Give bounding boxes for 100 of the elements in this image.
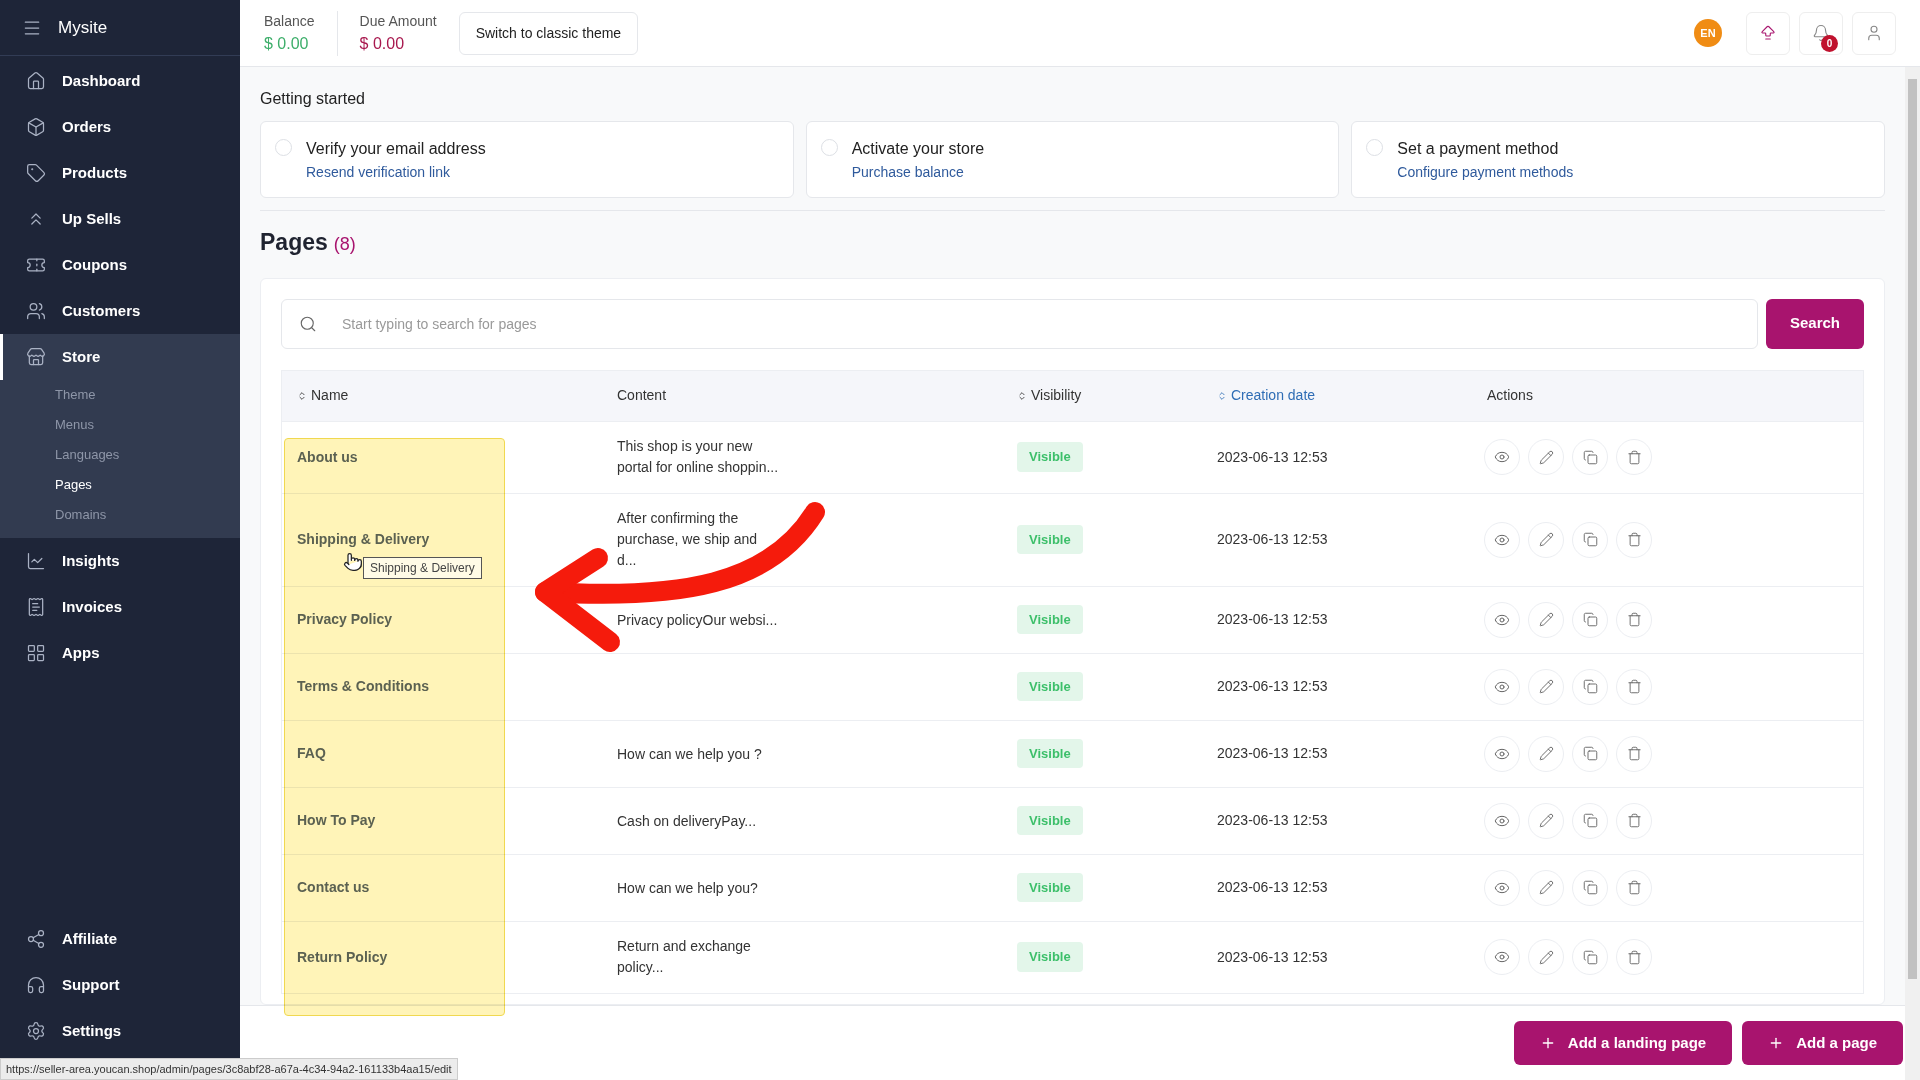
due-amount-label: Due Amount: [359, 11, 437, 31]
scrollbar[interactable]: [1905, 67, 1920, 1080]
creation-date: 2023-06-13 12:53: [1216, 610, 1329, 629]
trash-icon: [1626, 813, 1642, 828]
arrow-up-icon: [1759, 24, 1777, 42]
copy-icon: [1582, 880, 1598, 895]
copy-icon: [1582, 813, 1598, 828]
add-page-button[interactable]: Add a page: [1742, 1021, 1903, 1065]
sidebar-item[interactable]: Apps: [0, 630, 240, 676]
page-count: (8): [333, 233, 356, 256]
page-content: After confirming the purchase, we ship and d...: [617, 508, 758, 570]
hand-cursor-icon: [343, 552, 363, 572]
visibility-badge: Visible: [1017, 872, 1083, 903]
search-field[interactable]: Start typing to search for pages: [281, 298, 1758, 349]
due-amount-value: $ 0.00: [359, 33, 406, 54]
sidebar-item[interactable]: Orders: [0, 104, 240, 150]
tag-icon: [26, 163, 46, 183]
store-icon: [26, 347, 46, 367]
sidebar-item[interactable]: Affiliate: [0, 916, 240, 962]
line-chart-icon: [26, 551, 46, 571]
step-title: Activate your store: [851, 139, 985, 159]
user-icon: [1865, 24, 1883, 42]
trash-icon: [1626, 449, 1642, 465]
sidebar-subitem[interactable]: Domains: [0, 500, 240, 530]
trash-icon: [1626, 746, 1642, 761]
step-link[interactable]: Purchase balance: [851, 160, 985, 184]
creation-date: 2023-06-13 12:53: [1216, 677, 1329, 696]
sidebar-subitem[interactable]: Pages: [0, 470, 240, 500]
eye-icon: [1494, 449, 1510, 465]
eye-icon: [1494, 949, 1510, 965]
step-checkbox[interactable]: [820, 139, 838, 156]
pencil-icon: [1538, 612, 1554, 627]
pencil-icon: [1538, 679, 1554, 694]
pencil-icon: [1538, 813, 1554, 828]
notification-count: 0: [1821, 34, 1838, 52]
step-link[interactable]: Resend verification link: [306, 160, 486, 184]
page-content: Cash on deliveryPay...: [617, 811, 757, 831]
step-title: Verify your email address: [306, 139, 486, 159]
users-icon: [26, 301, 46, 321]
sidebar-item[interactable]: Insights: [0, 538, 240, 584]
sidebar-item[interactable]: Customers: [0, 288, 240, 334]
step-checkbox[interactable]: [275, 139, 292, 156]
status-url: https://seller-area.youcan.shop/admin/pages/3c8abf28-a67a-4c34-94a2-161133b4aa15/edit: [0, 1057, 458, 1080]
page-heading: Pages: [260, 228, 328, 257]
sidebar-item[interactable]: Up Sells: [0, 196, 240, 242]
sidebar-item[interactable]: Dashboard: [0, 58, 240, 104]
pencil-icon: [1538, 949, 1554, 965]
page-content: This shop is your new portal for online shoppin...: [617, 436, 779, 477]
search-icon: [299, 314, 317, 333]
visibility-badge: Visible: [1017, 442, 1083, 472]
sort-icon: [1017, 390, 1027, 401]
step-link[interactable]: Configure payment methods: [1397, 160, 1574, 184]
sidebar-item[interactable]: Invoices: [0, 584, 240, 630]
trash-icon: [1626, 679, 1642, 694]
copy-icon: [1582, 532, 1598, 547]
trash-icon: [1626, 532, 1642, 547]
creation-date: 2023-06-13 12:53: [1216, 811, 1329, 830]
site-title: Mysite: [58, 16, 108, 39]
share-icon: [26, 929, 46, 949]
step-checkbox[interactable]: [1366, 139, 1384, 156]
sidebar-item[interactable]: Settings: [0, 1008, 240, 1054]
search-button[interactable]: Search: [1766, 298, 1864, 349]
sidebar-subitem[interactable]: Menus: [0, 410, 240, 440]
copy-icon: [1582, 612, 1598, 627]
column-header[interactable]: Name: [282, 385, 602, 406]
sidebar-subitem[interactable]: Theme: [0, 380, 240, 410]
receipt-icon: [26, 597, 46, 617]
grid-icon: [26, 643, 46, 663]
trash-icon: [1626, 949, 1642, 965]
column-header[interactable]: Creation date: [1202, 385, 1472, 406]
copy-icon: [1582, 449, 1598, 465]
page-content: Return and exchange policy...: [617, 936, 751, 977]
copy-icon: [1582, 949, 1598, 965]
sidebar-subitem[interactable]: Languages: [0, 440, 240, 470]
column-header: Content: [616, 386, 668, 405]
step-title: Set a payment method: [1397, 139, 1560, 159]
sidebar-item[interactable]: Products: [0, 150, 240, 196]
visibility-badge: Visible: [1017, 671, 1083, 702]
settings-icon: [26, 1021, 46, 1041]
column-header[interactable]: Visibility: [1002, 385, 1202, 406]
page-content: How can we help you?: [617, 878, 758, 898]
sort-icon: [1217, 390, 1227, 401]
upgrade-button[interactable]: [1746, 11, 1790, 55]
visibility-badge: Visible: [1017, 805, 1083, 836]
creation-date: 2023-06-13 12:53: [1216, 947, 1329, 967]
sidebar-item[interactable]: Support: [0, 962, 240, 1008]
visibility-badge: Visible: [1017, 524, 1083, 555]
column-header: Actions: [1486, 386, 1534, 405]
trash-icon: [1626, 612, 1642, 627]
page-content: How can we help you ?: [617, 744, 762, 764]
sidebar-item[interactable]: Coupons: [0, 242, 240, 288]
visibility-badge: Visible: [1017, 942, 1083, 972]
notifications-button[interactable]: 0: [1799, 11, 1843, 55]
creation-date: 2023-06-13 12:53: [1216, 447, 1329, 467]
creation-date: 2023-06-13 12:53: [1216, 878, 1329, 897]
pencil-icon: [1538, 449, 1554, 465]
account-button[interactable]: [1852, 11, 1896, 55]
balance-label: Balance: [264, 11, 315, 31]
theme-switch-button[interactable]: Switch to classic theme: [458, 11, 639, 55]
add-page-button[interactable]: Add a landing page: [1513, 1021, 1733, 1065]
